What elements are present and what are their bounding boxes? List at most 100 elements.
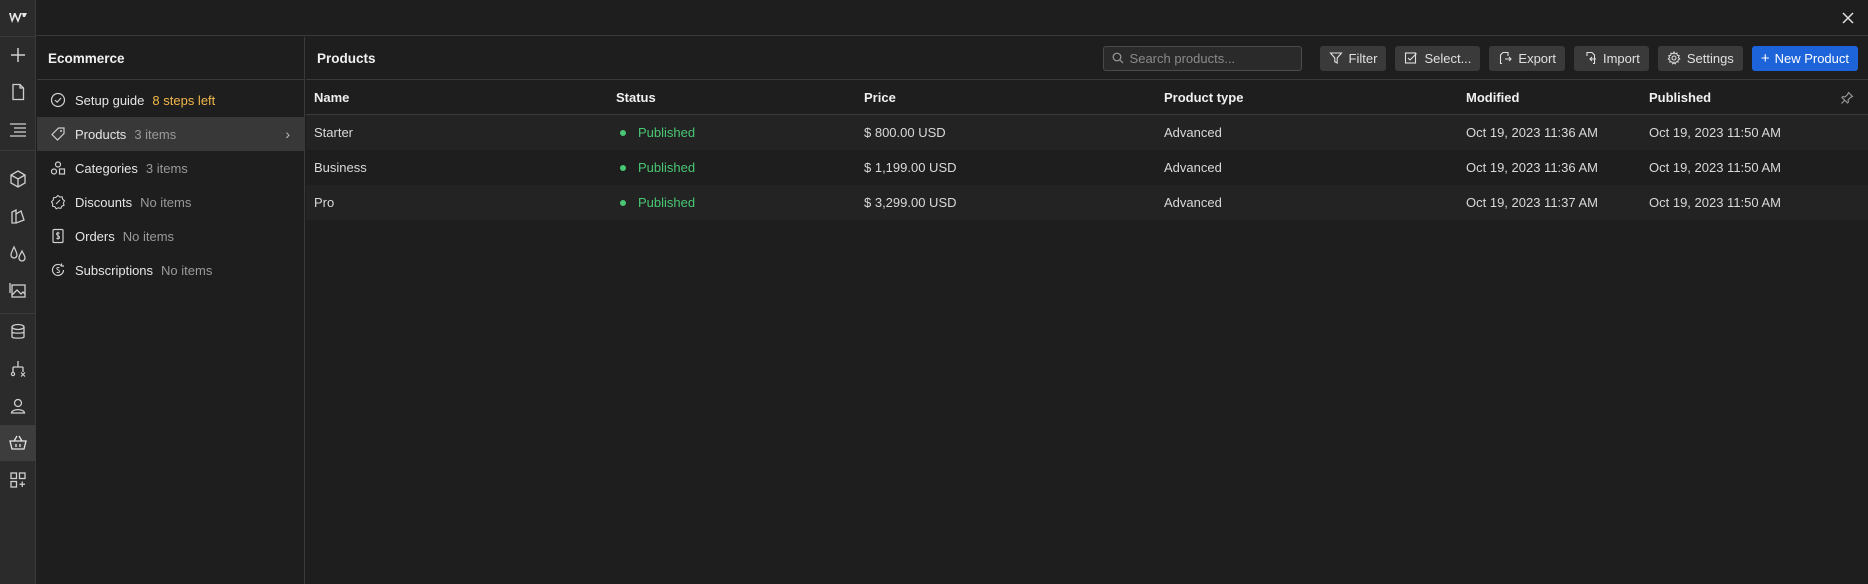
plus-icon: + [1760, 49, 1770, 67]
sidebar-item-label: Orders [75, 228, 115, 244]
export-button-label: Export [1518, 50, 1556, 66]
navigator-icon[interactable] [0, 111, 36, 147]
add-icon[interactable] [0, 37, 36, 73]
sidebar-item-label: Setup guide [75, 92, 145, 108]
published-date: Oct 19, 2023 11:50 AM [1649, 125, 1782, 140]
status-badge: Published [616, 150, 695, 185]
column-header-product-type[interactable]: Product type [1164, 80, 1243, 115]
assets-icon[interactable] [0, 272, 36, 308]
filter-button-label: Filter [1348, 50, 1378, 66]
style-guide-icon[interactable] [0, 198, 36, 234]
sidebar-item-count: 8 steps left [152, 92, 216, 108]
product-name: Starter [314, 125, 354, 140]
column-header-status[interactable]: Status [616, 80, 656, 115]
table-row[interactable]: Business Published $ 1,199.00 USD Advanc… [306, 150, 1868, 185]
sidebar-item-label: Categories [75, 160, 138, 176]
product-type: Advanced [1164, 160, 1222, 175]
published-date: Oct 19, 2023 11:50 AM [1649, 160, 1782, 175]
status-dot [620, 129, 626, 136]
close-icon[interactable] [1838, 8, 1858, 28]
logic-icon[interactable] [0, 351, 36, 387]
ecommerce-icon[interactable] [0, 425, 36, 461]
product-type: Advanced [1164, 125, 1222, 140]
status-text: Published [638, 195, 696, 210]
sidebar-item-discounts[interactable]: Discounts No items [37, 185, 304, 219]
status-text: Published [638, 160, 696, 175]
sidebar-item-count: 3 items [134, 126, 177, 142]
sidebar-item-orders[interactable]: Orders No items [37, 219, 304, 253]
column-header-price[interactable]: Price [864, 80, 896, 115]
status-dot [620, 164, 626, 171]
status-badge: Published [616, 115, 695, 150]
shapes-icon [50, 160, 66, 176]
table-row[interactable]: Pro Published $ 3,299.00 USD Advanced Oc… [306, 185, 1868, 220]
settings-button[interactable]: Settings [1657, 45, 1743, 71]
check-circle-icon [50, 92, 66, 108]
sidebar-item-count: No items [161, 262, 213, 278]
new-product-button[interactable]: + New Product [1751, 45, 1858, 71]
sidebar-item-products[interactable]: Products 3 items › [37, 117, 304, 151]
column-header-published[interactable]: Published [1649, 80, 1711, 115]
sidebar-item-categories[interactable]: Categories 3 items [37, 151, 304, 185]
published-date: Oct 19, 2023 11:50 AM [1649, 195, 1782, 210]
search-box[interactable] [1102, 45, 1302, 71]
sidebar-item-label: Discounts [75, 194, 133, 210]
status-badge: Published [616, 185, 695, 220]
import-button-label: Import [1602, 50, 1640, 66]
webflow-logo-icon[interactable] [0, 0, 36, 36]
filter-icon [1328, 52, 1343, 64]
gear-icon [1667, 51, 1681, 65]
subscription-icon [50, 262, 66, 278]
apps-icon[interactable] [0, 462, 36, 498]
sidebar-item-subscriptions[interactable]: Subscriptions No items [37, 253, 304, 287]
status-dot [620, 199, 626, 206]
select-button[interactable]: Select... [1395, 45, 1481, 71]
modified-date: Oct 19, 2023 11:36 AM [1466, 160, 1599, 175]
sidebar-item-count: 3 items [145, 160, 188, 176]
products-panel: Products Filter Select... Export Import … [306, 37, 1868, 584]
product-price: $ 3,299.00 USD [864, 195, 957, 210]
import-button[interactable]: Import [1573, 45, 1649, 71]
page-icon[interactable] [0, 74, 36, 110]
column-header-modified[interactable]: Modified [1466, 80, 1519, 115]
left-rail [0, 0, 36, 584]
top-bar [36, 0, 1868, 36]
components-icon[interactable] [0, 161, 36, 197]
variables-icon[interactable] [0, 235, 36, 271]
select-button-label: Select... [1424, 50, 1472, 66]
export-icon [1500, 51, 1513, 65]
users-icon[interactable] [0, 388, 36, 424]
sidebar-item-count: No items [122, 228, 175, 244]
product-type: Advanced [1164, 195, 1222, 210]
column-header-name[interactable]: Name [314, 80, 349, 115]
sidebar-item-setup-guide[interactable]: Setup guide 8 steps left [37, 83, 304, 117]
filter-button[interactable]: Filter [1319, 45, 1387, 71]
product-price: $ 800.00 USD [864, 125, 946, 140]
products-toolbar: Products Filter Select... Export Import … [306, 37, 1868, 80]
discount-icon [50, 194, 66, 210]
status-text: Published [638, 125, 696, 140]
pin-icon[interactable] [1840, 91, 1854, 105]
product-price: $ 1,199.00 USD [864, 160, 957, 175]
import-icon [1586, 51, 1596, 65]
modified-date: Oct 19, 2023 11:37 AM [1466, 195, 1599, 210]
table-row[interactable]: Starter Published $ 800.00 USD Advanced … [306, 115, 1868, 150]
tag-icon [50, 126, 66, 142]
search-icon [1112, 52, 1123, 64]
table-header: Name Status Price Product type Modified … [306, 80, 1868, 115]
chevron-right-icon: › [285, 126, 290, 142]
page-title: Products [317, 50, 376, 66]
sidebar-item-label: Subscriptions [75, 262, 154, 278]
search-input[interactable] [1129, 50, 1290, 66]
receipt-icon [50, 228, 66, 244]
cms-icon[interactable] [0, 314, 36, 350]
product-name: Business [314, 160, 367, 175]
sidebar-item-label: Products [75, 126, 127, 142]
sidebar-title: Ecommerce [37, 37, 304, 80]
ecommerce-sidebar: Ecommerce Setup guide 8 steps left Produ… [37, 37, 305, 584]
export-button[interactable]: Export [1489, 45, 1565, 71]
new-product-button-label: New Product [1774, 50, 1849, 66]
sidebar-item-count: No items [140, 194, 192, 210]
modified-date: Oct 19, 2023 11:36 AM [1466, 125, 1599, 140]
settings-button-label: Settings [1686, 50, 1734, 66]
